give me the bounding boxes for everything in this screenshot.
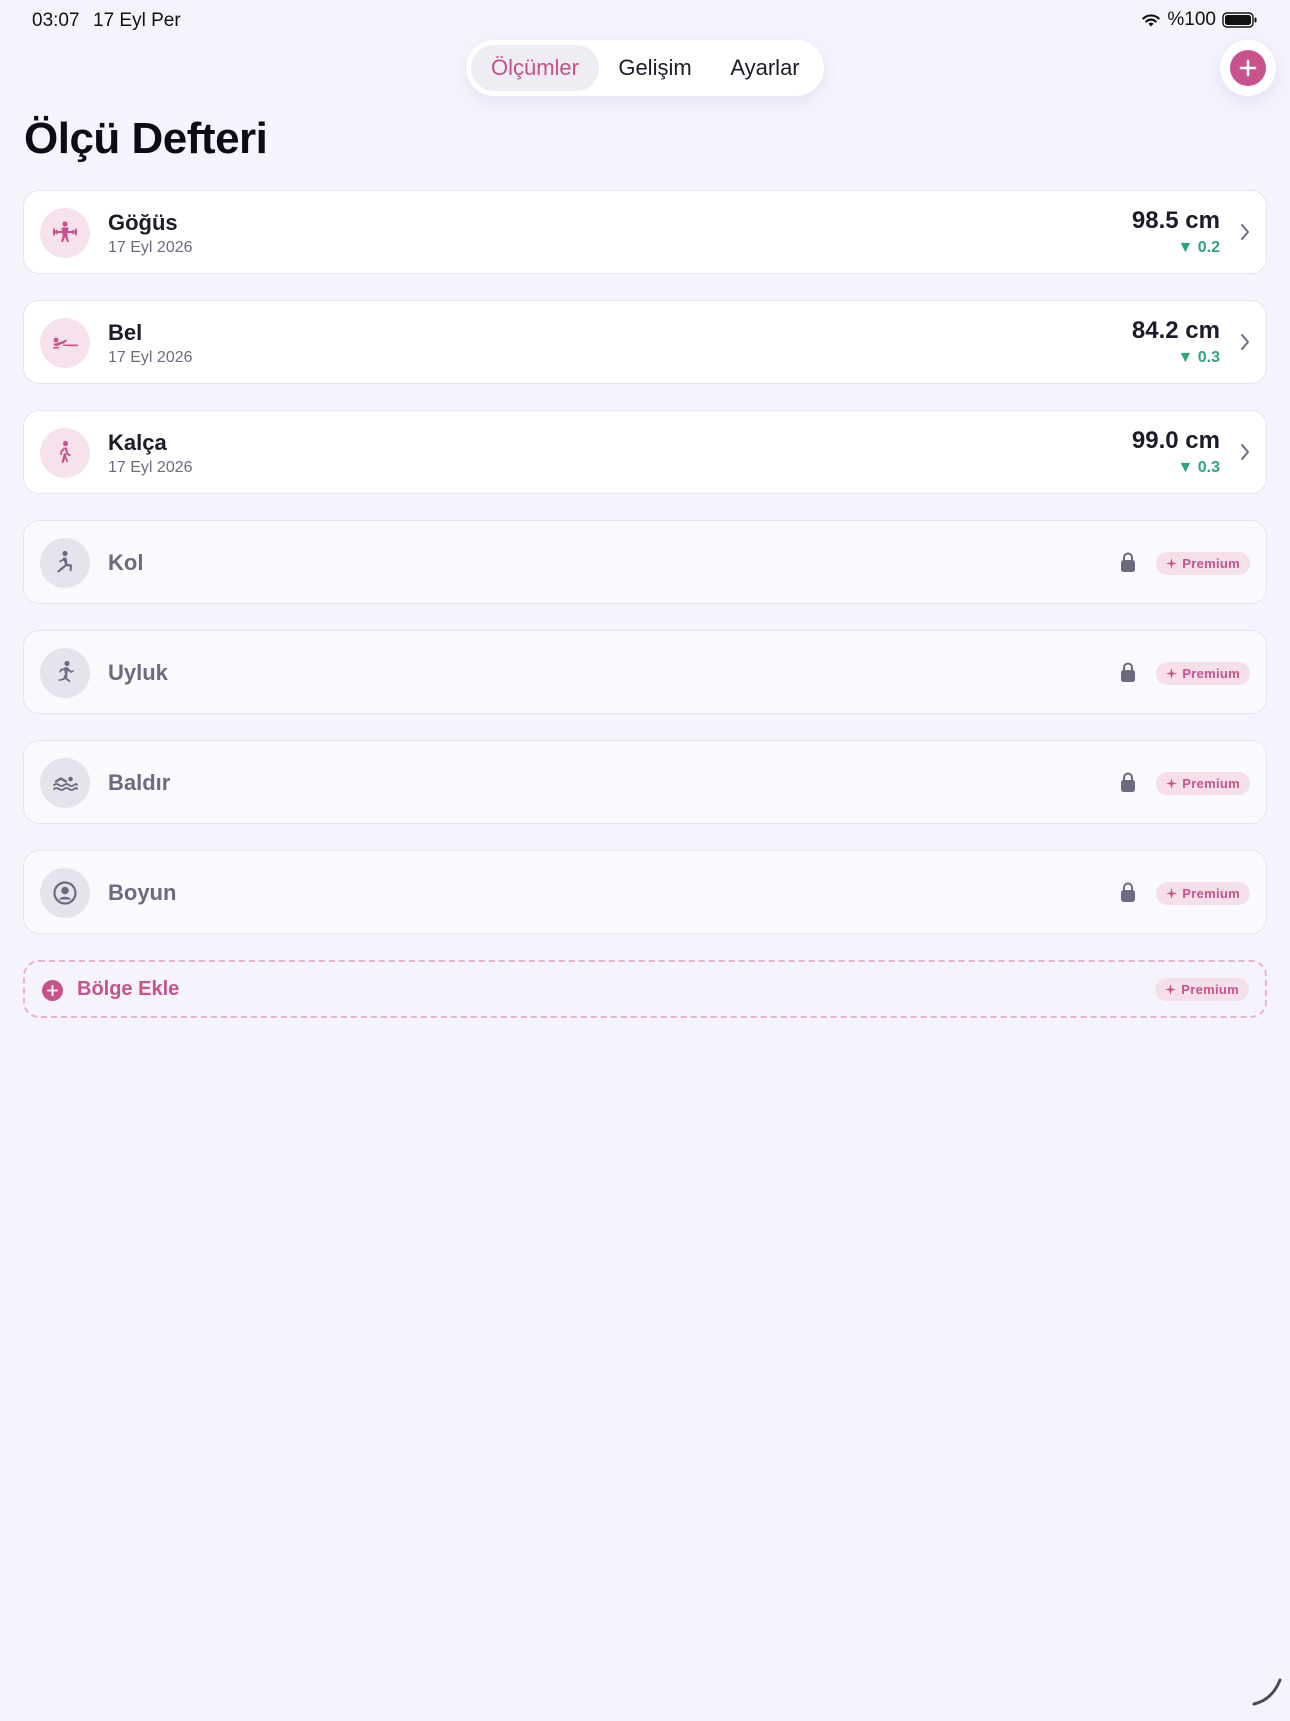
measurement-card-waist[interactable]: Bel 17 Eyl 2026 84.2 cm ▼ 0.3 [23, 300, 1267, 384]
lunge-icon [40, 538, 90, 588]
app-screen: 03:07 17 Eyl Per %100 Ölçümler Gelişim A… [0, 0, 1290, 1721]
measurement-date: 17 Eyl 2026 [108, 349, 193, 366]
measurement-delta: ▼ 0.3 [1177, 349, 1220, 366]
running-icon [40, 648, 90, 698]
swimming-icon [40, 758, 90, 808]
chevron-right-icon [1240, 443, 1250, 466]
measurement-name: Göğüs [108, 210, 178, 235]
locked-card-neck[interactable]: Boyun Premium [23, 850, 1267, 934]
add-measurement-button[interactable] [1220, 40, 1276, 96]
locked-region-name: Kol [108, 550, 144, 575]
premium-badge: Premium [1156, 662, 1250, 685]
premium-badge: Premium [1155, 978, 1249, 1001]
premium-badge: Premium [1156, 552, 1250, 575]
premium-badge: Premium [1156, 882, 1250, 905]
waist-exercise-icon [40, 318, 90, 368]
sparkle-icon [1166, 888, 1178, 899]
locked-card-calf[interactable]: Baldır Premium [23, 740, 1267, 824]
chevron-right-icon [1240, 223, 1250, 246]
locked-card-thigh[interactable]: Uyluk Premium [23, 630, 1267, 714]
walking-icon [40, 428, 90, 478]
premium-label: Premium [1182, 886, 1240, 901]
person-circle-icon [40, 868, 90, 918]
sparkle-icon [1166, 558, 1178, 569]
tab-measurements[interactable]: Ölçümler [471, 45, 599, 91]
measurement-name: Bel [108, 320, 143, 345]
locked-region-name: Uyluk [108, 660, 168, 685]
status-bar: 03:07 17 Eyl Per %100 [0, 0, 1290, 40]
premium-label: Premium [1182, 666, 1240, 681]
corner-indicator [1250, 1674, 1284, 1713]
premium-label: Premium [1182, 776, 1240, 791]
measurement-date: 17 Eyl 2026 [108, 459, 193, 476]
page-title: Ölçü Defteri [24, 114, 268, 163]
battery-percent: %100 [1167, 9, 1216, 30]
plus-icon [1230, 50, 1266, 86]
tab-progress[interactable]: Gelişim [599, 45, 711, 91]
weightlifting-icon [40, 208, 90, 258]
lock-icon [1120, 551, 1136, 578]
status-indicators: %100 [1141, 9, 1258, 31]
sparkle-icon [1166, 668, 1178, 679]
locked-region-name: Boyun [108, 880, 177, 905]
measurement-card-chest[interactable]: Göğüs 17 Eyl 2026 98.5 cm ▼ 0.2 [23, 190, 1267, 274]
add-region-label: Bölge Ekle [77, 978, 180, 1000]
add-region-button[interactable]: Bölge Ekle Premium [23, 960, 1267, 1018]
measurement-list: Göğüs 17 Eyl 2026 98.5 cm ▼ 0.2 Bel 17 E… [23, 190, 1267, 960]
sparkle-icon [1166, 778, 1178, 789]
locked-region-name: Baldır [108, 770, 171, 795]
status-time: 03:07 [32, 10, 80, 31]
measurement-value: 84.2 cm [1131, 317, 1220, 344]
lock-icon [1120, 881, 1136, 908]
wifi-icon [1141, 12, 1161, 28]
tab-settings[interactable]: Ayarlar [711, 45, 819, 91]
premium-badge: Premium [1156, 772, 1250, 795]
plus-circle-icon [42, 980, 63, 1001]
measurement-delta: ▼ 0.3 [1177, 459, 1220, 476]
premium-label: Premium [1181, 982, 1239, 997]
measurement-date: 17 Eyl 2026 [108, 239, 193, 256]
tab-bar: Ölçümler Gelişim Ayarlar [466, 40, 824, 96]
lock-icon [1120, 661, 1136, 688]
measurement-value: 98.5 cm [1131, 207, 1220, 234]
measurement-card-hip[interactable]: Kalça 17 Eyl 2026 99.0 cm ▼ 0.3 [23, 410, 1267, 494]
battery-icon [1222, 11, 1258, 29]
lock-icon [1120, 771, 1136, 798]
measurement-value: 99.0 cm [1131, 427, 1220, 454]
chevron-right-icon [1240, 333, 1250, 356]
measurement-delta: ▼ 0.2 [1177, 239, 1220, 256]
measurement-name: Kalça [108, 430, 167, 455]
locked-card-arm[interactable]: Kol Premium [23, 520, 1267, 604]
status-date: 17 Eyl Per [93, 10, 181, 31]
sparkle-icon [1165, 984, 1177, 995]
premium-label: Premium [1182, 556, 1240, 571]
